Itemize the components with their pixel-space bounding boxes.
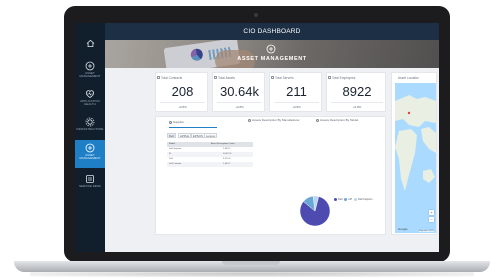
tab-label: Assets Description By Manufacturer [252, 118, 300, 122]
kpi-card-assets: Total Assets 30.64k +9.8% [212, 72, 265, 112]
sidebar-item-application-health[interactable]: APPLICATION HEALTH [75, 86, 105, 113]
kpi-label: Total Assets [218, 76, 236, 80]
table-row[interactable]: Dell Latitude 1,434.7 [167, 162, 253, 167]
filter-lenovo[interactable]: Lenovo [204, 133, 218, 138]
legend-label: Dell Inspiron [358, 198, 373, 202]
kpi-value: 208 [171, 84, 194, 99]
tab-label: Supplier [173, 120, 185, 124]
manufacturer-icon [248, 118, 251, 122]
document-icon [157, 76, 160, 79]
page-title: CIO DASHBOARD [243, 28, 301, 35]
asset-table: Model Asset Description Count Dell Inspi… [167, 142, 253, 167]
filter-dell[interactable]: Dell [167, 133, 176, 138]
sidebar-item-label: SERVICE DESK [79, 184, 101, 188]
asset-details-card: Supplier Assets Description By Manufactu… [155, 116, 386, 235]
map-view[interactable]: + − Google Map data ©2017 [395, 83, 436, 233]
heart-pulse-icon [85, 90, 95, 98]
asset-management-icon [266, 44, 276, 54]
kpi-label: Total Contracts [161, 76, 183, 80]
laptop-notch [222, 261, 280, 265]
sidebar-item-label: INFRASTRUCTURE [76, 127, 104, 131]
sidebar: ASSET MANAGEMENT APPLICATION HEALTH INFR… [75, 23, 105, 252]
laptop-lid: ASSET MANAGEMENT APPLICATION HEALTH INFR… [64, 6, 450, 262]
sidebar-item-service-desk[interactable]: SERVICE DESK [75, 171, 105, 198]
tab-supplier[interactable]: Supplier [169, 117, 217, 128]
server-icon [271, 76, 274, 79]
sidebar-item-label: ASSET MANAGEMENT [79, 71, 101, 78]
kpi-value: 211 [286, 84, 307, 99]
kpi-card-contracts: Total Contracts 208 +9.8% [155, 72, 208, 112]
box-icon [214, 76, 217, 79]
asset-pie-chart [299, 195, 331, 227]
user-icon [328, 76, 331, 79]
chart-legend: Dell HP Dell Inspiron [332, 198, 373, 201]
top-bar: CIO DASHBOARD [105, 23, 439, 40]
zoom-in-button[interactable]: + [429, 210, 434, 215]
legend-swatch [334, 198, 337, 201]
sidebar-item-label: APPLICATION HEALTH [80, 99, 100, 106]
legend-label: Dell [338, 198, 343, 202]
kpi-change: +9.8% [235, 105, 244, 109]
kpi-value: 30.64k [219, 84, 260, 99]
kpi-change: +9.8% [352, 105, 362, 109]
tab-by-model[interactable]: Assets Description By Model [316, 117, 371, 128]
zoom-out-button[interactable]: − [429, 217, 434, 222]
sidebar-item-asset-management-active[interactable]: ASSET MANAGEMENT [75, 140, 105, 168]
kpi-label: Total Servers [275, 76, 294, 80]
model-icon [316, 118, 319, 122]
map-card: Asset Location + − Google Map data ©2017 [391, 72, 437, 235]
table-cell: 1,434.7 [223, 163, 231, 165]
gear-icon [85, 117, 95, 127]
camera-icon [254, 13, 258, 17]
kpi-card-employees: Total Employees 8922 +9.8% [326, 72, 386, 112]
filter-epson[interactable]: EPSON [191, 133, 205, 138]
map-credit: Map data ©2017 [419, 230, 434, 232]
asset-management-active-icon [85, 143, 95, 153]
supplier-icon [169, 120, 172, 124]
kpi-card-servers: Total Servers 211 +9.8% [269, 72, 322, 112]
desk-icon [86, 175, 94, 183]
laptop-screen: ASSET MANAGEMENT APPLICATION HEALTH INFR… [75, 23, 439, 252]
kpi-label: Total Employees [332, 76, 356, 80]
sidebar-item-asset-management[interactable]: ASSET MANAGEMENT [75, 58, 105, 85]
map-logo: Google [398, 227, 408, 231]
tab-by-manufacturer[interactable]: Assets Description By Manufacturer [248, 117, 308, 128]
table-cell: Dell Latitude [169, 163, 182, 165]
tab-label: Assets Description By Model [320, 118, 359, 122]
legend-swatch [354, 198, 358, 201]
kpi-value: 8922 [342, 84, 372, 99]
home-icon [86, 39, 94, 48]
sidebar-item-label: ASSET MANAGEMENT [79, 153, 101, 160]
banner-title: ASSET MANAGEMENT [237, 56, 307, 62]
asset-management-icon [85, 61, 95, 71]
banner: ASSET MANAGEMENT [105, 40, 439, 68]
map-title: Asset Location [398, 76, 419, 80]
filter-apple[interactable]: APPLE [178, 133, 192, 138]
legend-label: HP [348, 198, 353, 202]
kpi-change: +9.8% [178, 105, 187, 109]
kpi-change: +9.8% [292, 105, 301, 109]
sidebar-item-infrastructure[interactable]: INFRASTRUCTURE [75, 114, 105, 141]
